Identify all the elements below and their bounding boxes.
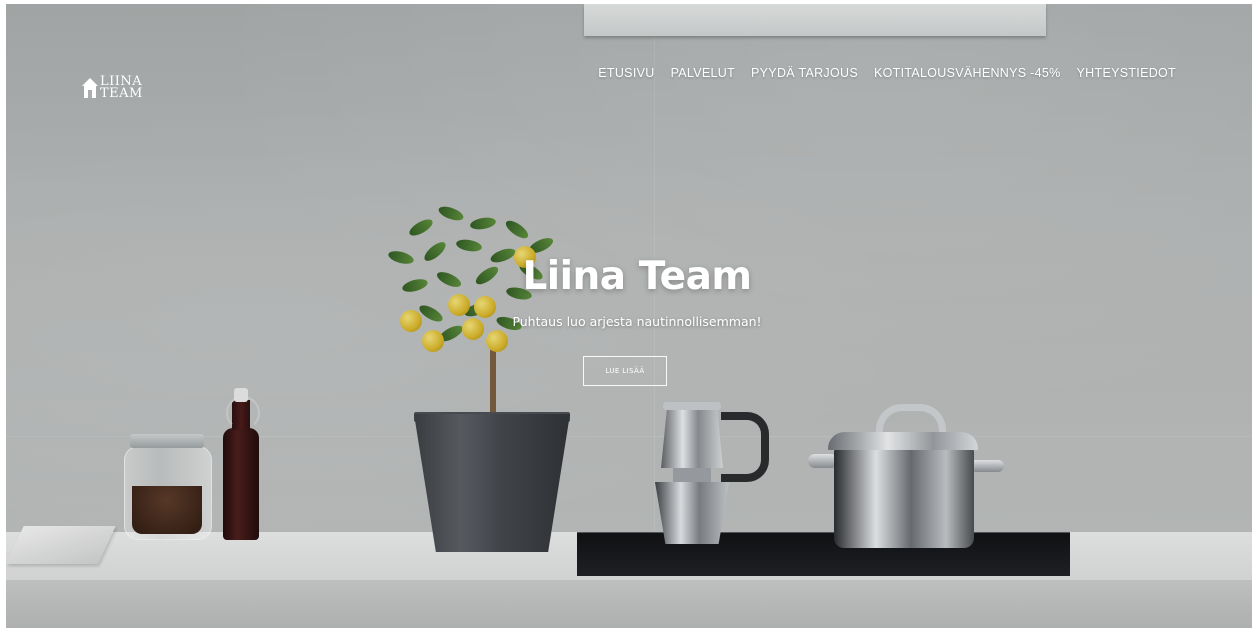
hero-section: LIINA TEAM ETUSIVU PALVELUT PYYDÄ TARJOU…	[6, 4, 1252, 628]
logo-text: LIINA TEAM	[100, 75, 143, 101]
site-logo[interactable]: LIINA TEAM	[82, 74, 143, 102]
nav-item-kotitalousvahennys[interactable]: KOTITALOUSVÄHENNYS -45%	[874, 66, 1061, 80]
nav-item-etusivu[interactable]: ETUSIVU	[598, 66, 654, 80]
nav-item-palvelut[interactable]: PALVELUT	[671, 66, 735, 80]
nav-item-yhteystiedot[interactable]: YHTEYSTIEDOT	[1077, 66, 1176, 80]
nav-item-pyyda-tarjous[interactable]: PYYDÄ TARJOUS	[751, 66, 858, 80]
house-icon	[82, 78, 98, 98]
logo-line-2: TEAM	[100, 86, 143, 101]
read-more-button[interactable]: LUE LISÄÄ	[583, 356, 667, 386]
main-nav: ETUSIVU PALVELUT PYYDÄ TARJOUS KOTITALOU…	[598, 66, 1176, 80]
hero-subtitle: Puhtaus luo arjesta nautinnollisemman!	[512, 314, 762, 329]
hero-title: Liina Team	[522, 254, 752, 299]
